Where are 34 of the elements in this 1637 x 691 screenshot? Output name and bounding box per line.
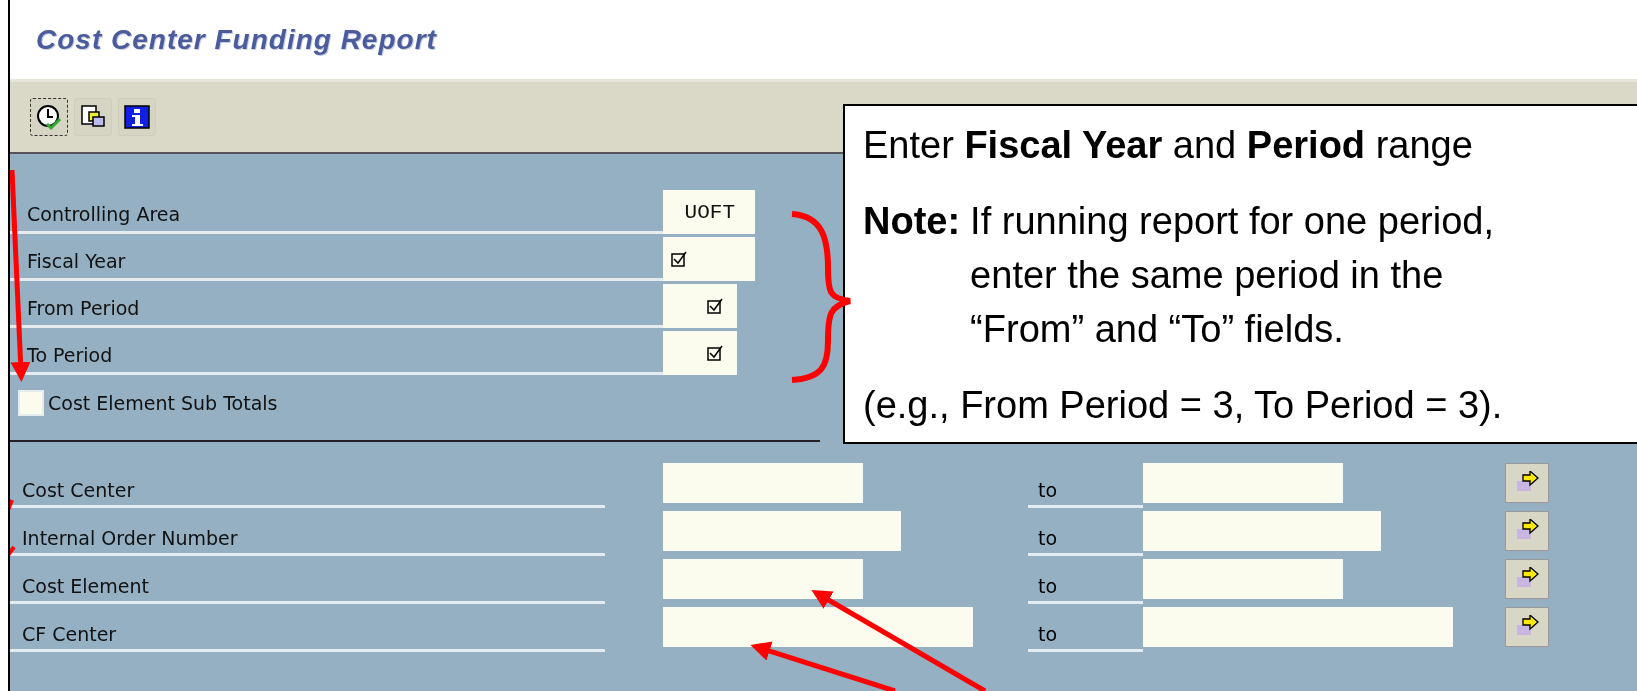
field-label: CF Center [10,619,605,652]
field-label: To Period [10,331,663,375]
input-field[interactable] [1143,511,1381,551]
field-label: Internal Order Number [10,523,605,556]
info-icon[interactable] [118,98,156,136]
field-label: Cost Element [10,571,605,604]
documents-icon[interactable] [74,98,112,136]
field-label: Fiscal Year [10,237,663,281]
input-field[interactable] [663,559,863,599]
input-field[interactable] [663,511,901,551]
input-field[interactable] [663,237,755,281]
field-label: From Period [10,284,663,328]
input-field[interactable] [663,607,973,647]
field-label: Controlling Area [10,190,663,234]
multiple-selection-button[interactable] [1505,511,1549,551]
example-text: (e.g., From Period = 3, To Period = 3). [863,383,1504,428]
note-text: If running report for one period, enter the same period in the “From” and “To” fields. [970,199,1494,352]
input-field[interactable] [663,284,737,328]
multiple-selection-button[interactable] [1505,463,1549,503]
checkbox[interactable] [18,390,44,416]
callout-heading: Enter Fiscal Year and Period range [863,123,1474,168]
note-label: Note: [863,199,961,244]
input-field[interactable] [1143,607,1453,647]
input-field[interactable] [1143,463,1343,503]
window-title: Cost Center Funding Report [36,23,437,56]
checkbox-label: Cost Element Sub Totals [48,392,278,414]
input-field[interactable] [1143,559,1343,599]
field-label: Cost Center [10,475,605,508]
input-field[interactable] [663,463,863,503]
multiple-selection-button[interactable] [1505,559,1549,599]
input-field[interactable] [663,331,737,375]
execute-icon[interactable] [30,98,68,136]
multiple-selection-button[interactable] [1505,607,1549,647]
input-field[interactable]: UOFT [663,190,755,234]
